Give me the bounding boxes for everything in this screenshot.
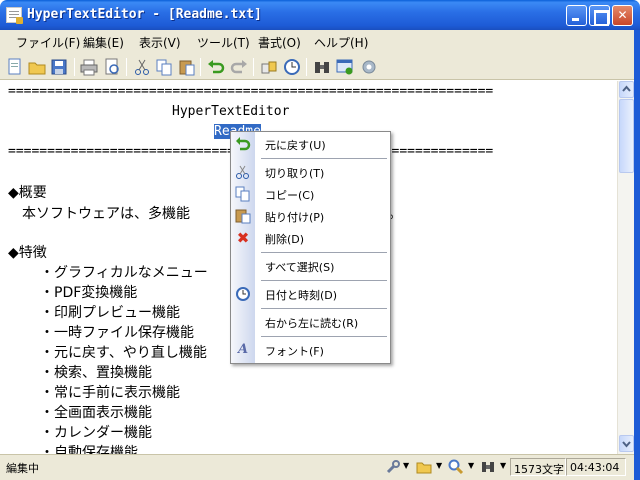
chevron-down-icon[interactable]: ▼ [468,461,474,470]
ctx-undo[interactable]: 元に戻す(U) [231,134,390,154]
maximize-button[interactable] [589,5,610,26]
undo-icon[interactable] [207,58,225,76]
feature-item: ・一時ファイル保存機能 [40,325,194,341]
clock-time: 04:43:04 [570,461,620,474]
close-button[interactable]: ✕ [612,5,633,26]
overview-heading: ◆概要 [8,185,47,201]
menu-edit[interactable]: 編集(E) [83,34,124,51]
help-icon[interactable] [360,58,378,76]
ctx-cut[interactable]: 切り取り(T) [231,162,390,182]
wrench-icon[interactable] [385,459,401,475]
new-file-icon[interactable] [6,58,24,76]
ctx-paste[interactable]: 貼り付け(P) [231,206,390,226]
maximize-icon [590,6,609,26]
ctx-delete[interactable]: ✖ 削除(D) [231,228,390,248]
feature-item: ・検索、置換機能 [40,365,152,381]
menu-tools[interactable]: ツール(T) [197,34,250,51]
minimize-icon [567,6,586,25]
undo-icon [235,136,251,152]
binoculars-icon[interactable] [480,459,496,475]
font-icon: A [237,342,249,357]
chevron-down-icon[interactable]: ▼ [436,461,442,470]
paste-icon[interactable] [178,58,196,76]
datetime-icon [235,286,251,302]
ctx-datetime[interactable]: 日付と時刻(D) [231,284,390,304]
ctx-copy[interactable]: コピー(C) [231,184,390,204]
menu-view[interactable]: 表示(V) [139,34,181,51]
status-bar: 編集中 ▼ ▼ ▼ ▼ 1573文字 04:43:04 [0,454,634,480]
title-bar[interactable]: HyperTextEditor - [Readme.txt] ✕ [0,0,640,30]
features-heading: ◆特徴 [8,245,47,261]
fullscreen-icon[interactable] [336,58,354,76]
redo-icon[interactable] [230,58,248,76]
menu-help[interactable]: ヘルプ(H) [314,34,368,51]
search-icon[interactable] [448,459,464,475]
scroll-down-button[interactable] [619,435,634,452]
ctx-rtl-reading[interactable]: 右から左に読む(R) [231,312,390,332]
print-icon[interactable] [80,58,98,76]
feature-item: ・常に手前に表示機能 [40,385,180,401]
time-cell: 04:43:04 [566,458,626,476]
feature-item: ・元に戻す、やり直し機能 [40,345,207,361]
scroll-up-button[interactable] [619,81,634,98]
menu-format[interactable]: 書式(O) [258,34,301,51]
rule-line-top: ========================================… [8,84,494,99]
window-frame-right [634,30,640,480]
context-menu: 元に戻す(U) 切り取り(T) コピー(C) 貼り付け(P) ✖ 削除(D) す… [230,131,391,364]
feature-item: ・全画面表示機能 [40,405,152,421]
doc-title: HyperTextEditor [172,104,290,119]
toolbar [0,54,640,80]
chevron-down-icon[interactable]: ▼ [403,461,409,470]
print-preview-icon[interactable] [103,58,121,76]
find-icon[interactable] [260,58,278,76]
cut-icon [235,164,251,180]
paste-icon [235,208,251,224]
feature-item: ・グラフィカルなメニュー [40,265,208,281]
copy-icon[interactable] [155,58,173,76]
char-count-cell: 1573文字 [510,458,566,476]
feature-item: ・カレンダー機能 [40,425,152,441]
overview-text: 本ソフトウェアは、多機能 [8,206,190,222]
menu-file[interactable]: ファイル(F) [16,34,80,51]
save-icon[interactable] [50,58,68,76]
ctx-font[interactable]: A フォント(F) [231,340,390,360]
minimize-button[interactable] [566,5,587,26]
binoculars-icon[interactable] [313,58,331,76]
datetime-icon[interactable] [283,58,301,76]
window-title: HyperTextEditor - [Readme.txt] [27,7,262,22]
feature-item: ・自動保存機能 [40,445,138,454]
status-mode: 編集中 [6,462,39,475]
scroll-thumb[interactable] [619,99,634,173]
close-icon: ✕ [617,8,628,22]
app-icon[interactable] [6,7,23,24]
ctx-select-all[interactable]: すべて選択(S) [231,256,390,276]
copy-icon [235,186,251,202]
chevron-down-icon[interactable]: ▼ [500,461,506,470]
vertical-scrollbar[interactable] [617,81,634,454]
char-count: 1573文字 [514,463,564,476]
cut-icon[interactable] [133,58,151,76]
delete-icon: ✖ [236,229,250,247]
menu-bar: ファイル(F) 編集(E) 表示(V) ツール(T) 書式(O) ヘルプ(H) [0,30,640,54]
folder-icon[interactable] [416,459,432,475]
open-folder-icon[interactable] [28,58,46,76]
feature-item: ・印刷プレビュー機能 [40,305,180,321]
feature-item: ・PDF変換機能 [40,285,138,301]
